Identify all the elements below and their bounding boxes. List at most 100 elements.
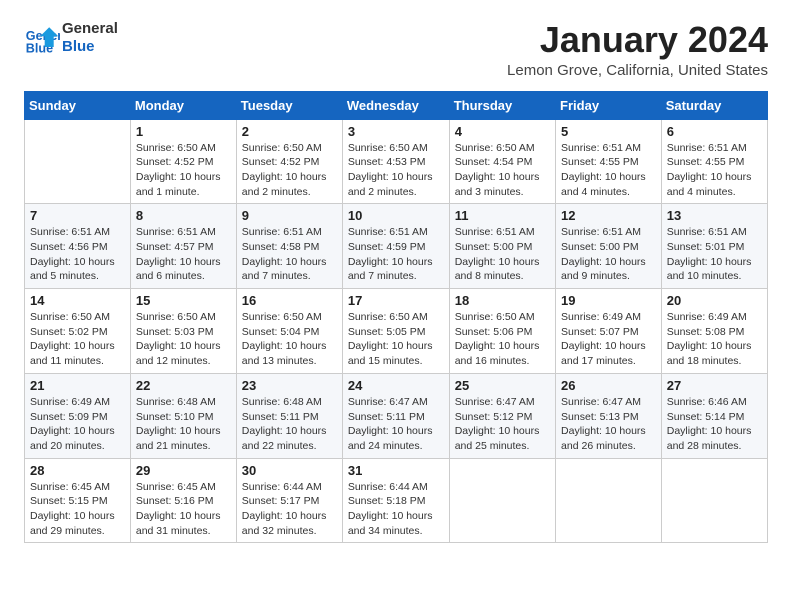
day-number: 11 — [455, 208, 550, 223]
calendar-cell: 19 Sunrise: 6:49 AMSunset: 5:07 PMDayligh… — [556, 289, 662, 374]
day-number: 30 — [242, 463, 337, 478]
calendar-cell: 4 Sunrise: 6:50 AMSunset: 4:54 PMDaylight… — [449, 119, 555, 204]
calendar-cell: 8 Sunrise: 6:51 AMSunset: 4:57 PMDaylight… — [130, 204, 236, 289]
calendar-cell: 23 Sunrise: 6:48 AMSunset: 5:11 PMDayligh… — [236, 373, 342, 458]
day-info: Sunrise: 6:48 AMSunset: 5:11 PMDaylight:… — [242, 395, 337, 454]
day-info: Sunrise: 6:49 AMSunset: 5:08 PMDaylight:… — [667, 310, 762, 369]
calendar-week-row: 14 Sunrise: 6:50 AMSunset: 5:02 PMDayligh… — [25, 289, 768, 374]
logo-icon: General Blue — [24, 20, 60, 56]
day-number: 4 — [455, 124, 550, 139]
day-number: 17 — [348, 293, 444, 308]
day-number: 6 — [667, 124, 762, 139]
calendar-cell: 20Sunrise: 6:49 AMSunset: 5:08 PMDayligh… — [661, 289, 767, 374]
title-block: January 2024 Lemon Grove, California, Un… — [507, 20, 768, 79]
day-number: 19 — [561, 293, 656, 308]
calendar-cell — [556, 458, 662, 543]
day-number: 29 — [136, 463, 231, 478]
calendar-cell: 15Sunrise: 6:50 AMSunset: 5:03 PMDayligh… — [130, 289, 236, 374]
day-info: Sunrise: 6:51 AMSunset: 4:55 PMDaylight:… — [667, 141, 762, 200]
calendar-cell: 2 Sunrise: 6:50 AMSunset: 4:52 PMDaylight… — [236, 119, 342, 204]
day-number: 31 — [348, 463, 444, 478]
day-info: Sunrise: 6:51 AMSunset: 5:00 PMDaylight:… — [561, 225, 656, 284]
page-header: General Blue General Blue January 2024 L… — [24, 20, 768, 79]
calendar-cell: 28 Sunrise: 6:45 AMSunset: 5:15 PMDayligh… — [25, 458, 131, 543]
day-number: 25 — [455, 378, 550, 393]
day-info: Sunrise: 6:50 AMSunset: 4:54 PMDaylight:… — [455, 141, 550, 200]
day-info: Sunrise: 6:44 AMSunset: 5:17 PMDaylight:… — [242, 480, 337, 539]
logo-blue: Blue — [62, 38, 95, 55]
day-number: 7 — [30, 208, 125, 223]
calendar-cell: 10Sunrise: 6:51 AMSunset: 4:59 PMDayligh… — [342, 204, 449, 289]
day-number: 28 — [30, 463, 125, 478]
calendar-cell: 3 Sunrise: 6:50 AMSunset: 4:53 PMDaylight… — [342, 119, 449, 204]
day-number: 2 — [242, 124, 337, 139]
day-info: Sunrise: 6:50 AMSunset: 5:02 PMDaylight:… — [30, 310, 125, 369]
col-wednesday: Wednesday — [342, 91, 449, 119]
day-info: Sunrise: 6:50 AMSunset: 4:53 PMDaylight:… — [348, 141, 444, 200]
day-info: Sunrise: 6:51 AMSunset: 4:59 PMDaylight:… — [348, 225, 444, 284]
calendar-cell: 17 Sunrise: 6:50 AMSunset: 5:05 PMDayligh… — [342, 289, 449, 374]
calendar-cell: 7 Sunrise: 6:51 AMSunset: 4:56 PMDaylight… — [25, 204, 131, 289]
calendar-cell: 16 Sunrise: 6:50 AMSunset: 5:04 PMDayligh… — [236, 289, 342, 374]
logo: General Blue General Blue — [24, 20, 118, 56]
col-thursday: Thursday — [449, 91, 555, 119]
day-info: Sunrise: 6:50 AMSunset: 4:52 PMDaylight:… — [242, 141, 337, 200]
day-number: 26 — [561, 378, 656, 393]
calendar-cell: 11 Sunrise: 6:51 AMSunset: 5:00 PMDayligh… — [449, 204, 555, 289]
day-number: 27 — [667, 378, 762, 393]
col-saturday: Saturday — [661, 91, 767, 119]
calendar-cell: 25 Sunrise: 6:47 AMSunset: 5:12 PMDayligh… — [449, 373, 555, 458]
calendar-week-row: 28 Sunrise: 6:45 AMSunset: 5:15 PMDayligh… — [25, 458, 768, 543]
location-title: Lemon Grove, California, United States — [507, 62, 768, 79]
day-number: 8 — [136, 208, 231, 223]
col-friday: Friday — [556, 91, 662, 119]
day-info: Sunrise: 6:46 AMSunset: 5:14 PMDaylight:… — [667, 395, 762, 454]
calendar-cell: 22Sunrise: 6:48 AMSunset: 5:10 PMDayligh… — [130, 373, 236, 458]
day-number: 13 — [667, 208, 762, 223]
calendar-cell — [25, 119, 131, 204]
day-number: 24 — [348, 378, 444, 393]
day-info: Sunrise: 6:49 AMSunset: 5:07 PMDaylight:… — [561, 310, 656, 369]
day-info: Sunrise: 6:51 AMSunset: 4:55 PMDaylight:… — [561, 141, 656, 200]
calendar-header-row: Sunday Monday Tuesday Wednesday Thursday… — [25, 91, 768, 119]
calendar-cell: 26 Sunrise: 6:47 AMSunset: 5:13 PMDayligh… — [556, 373, 662, 458]
calendar-cell: 14 Sunrise: 6:50 AMSunset: 5:02 PMDayligh… — [25, 289, 131, 374]
day-info: Sunrise: 6:45 AMSunset: 5:15 PMDaylight:… — [30, 480, 125, 539]
calendar-week-row: 21Sunrise: 6:49 AMSunset: 5:09 PMDayligh… — [25, 373, 768, 458]
day-number: 21 — [30, 378, 125, 393]
day-number: 16 — [242, 293, 337, 308]
calendar-cell: 21Sunrise: 6:49 AMSunset: 5:09 PMDayligh… — [25, 373, 131, 458]
day-number: 23 — [242, 378, 337, 393]
day-info: Sunrise: 6:51 AMSunset: 4:58 PMDaylight:… — [242, 225, 337, 284]
calendar-cell — [661, 458, 767, 543]
day-info: Sunrise: 6:50 AMSunset: 5:05 PMDaylight:… — [348, 310, 444, 369]
day-info: Sunrise: 6:50 AMSunset: 5:03 PMDaylight:… — [136, 310, 231, 369]
day-info: Sunrise: 6:47 AMSunset: 5:13 PMDaylight:… — [561, 395, 656, 454]
day-info: Sunrise: 6:44 AMSunset: 5:18 PMDaylight:… — [348, 480, 444, 539]
day-info: Sunrise: 6:51 AMSunset: 4:57 PMDaylight:… — [136, 225, 231, 284]
calendar-cell: 5Sunrise: 6:51 AMSunset: 4:55 PMDaylight… — [556, 119, 662, 204]
calendar-cell: 9 Sunrise: 6:51 AMSunset: 4:58 PMDaylight… — [236, 204, 342, 289]
day-info: Sunrise: 6:45 AMSunset: 5:16 PMDaylight:… — [136, 480, 231, 539]
calendar-cell: 18Sunrise: 6:50 AMSunset: 5:06 PMDayligh… — [449, 289, 555, 374]
day-info: Sunrise: 6:51 AMSunset: 5:00 PMDaylight:… — [455, 225, 550, 284]
day-info: Sunrise: 6:47 AMSunset: 5:12 PMDaylight:… — [455, 395, 550, 454]
calendar-week-row: 1 Sunrise: 6:50 AMSunset: 4:52 PMDaylight… — [25, 119, 768, 204]
day-number: 12 — [561, 208, 656, 223]
calendar-cell: 1Sunrise: 6:50 AMSunset: 4:52 PMDaylight… — [130, 119, 236, 204]
day-number: 1 — [136, 124, 231, 139]
col-tuesday: Tuesday — [236, 91, 342, 119]
day-number: 14 — [30, 293, 125, 308]
day-info: Sunrise: 6:50 AMSunset: 5:04 PMDaylight:… — [242, 310, 337, 369]
day-info: Sunrise: 6:51 AMSunset: 4:56 PMDaylight:… — [30, 225, 125, 284]
calendar-cell: 31 Sunrise: 6:44 AMSunset: 5:18 PMDayligh… — [342, 458, 449, 543]
logo-general: General — [62, 20, 118, 37]
calendar-cell: 24Sunrise: 6:47 AMSunset: 5:11 PMDayligh… — [342, 373, 449, 458]
calendar-cell: 27 Sunrise: 6:46 AMSunset: 5:14 PMDayligh… — [661, 373, 767, 458]
day-number: 22 — [136, 378, 231, 393]
day-number: 3 — [348, 124, 444, 139]
day-number: 9 — [242, 208, 337, 223]
calendar-cell: 30 Sunrise: 6:44 AMSunset: 5:17 PMDayligh… — [236, 458, 342, 543]
calendar-cell: 29 Sunrise: 6:45 AMSunset: 5:16 PMDayligh… — [130, 458, 236, 543]
day-info: Sunrise: 6:51 AMSunset: 5:01 PMDaylight:… — [667, 225, 762, 284]
